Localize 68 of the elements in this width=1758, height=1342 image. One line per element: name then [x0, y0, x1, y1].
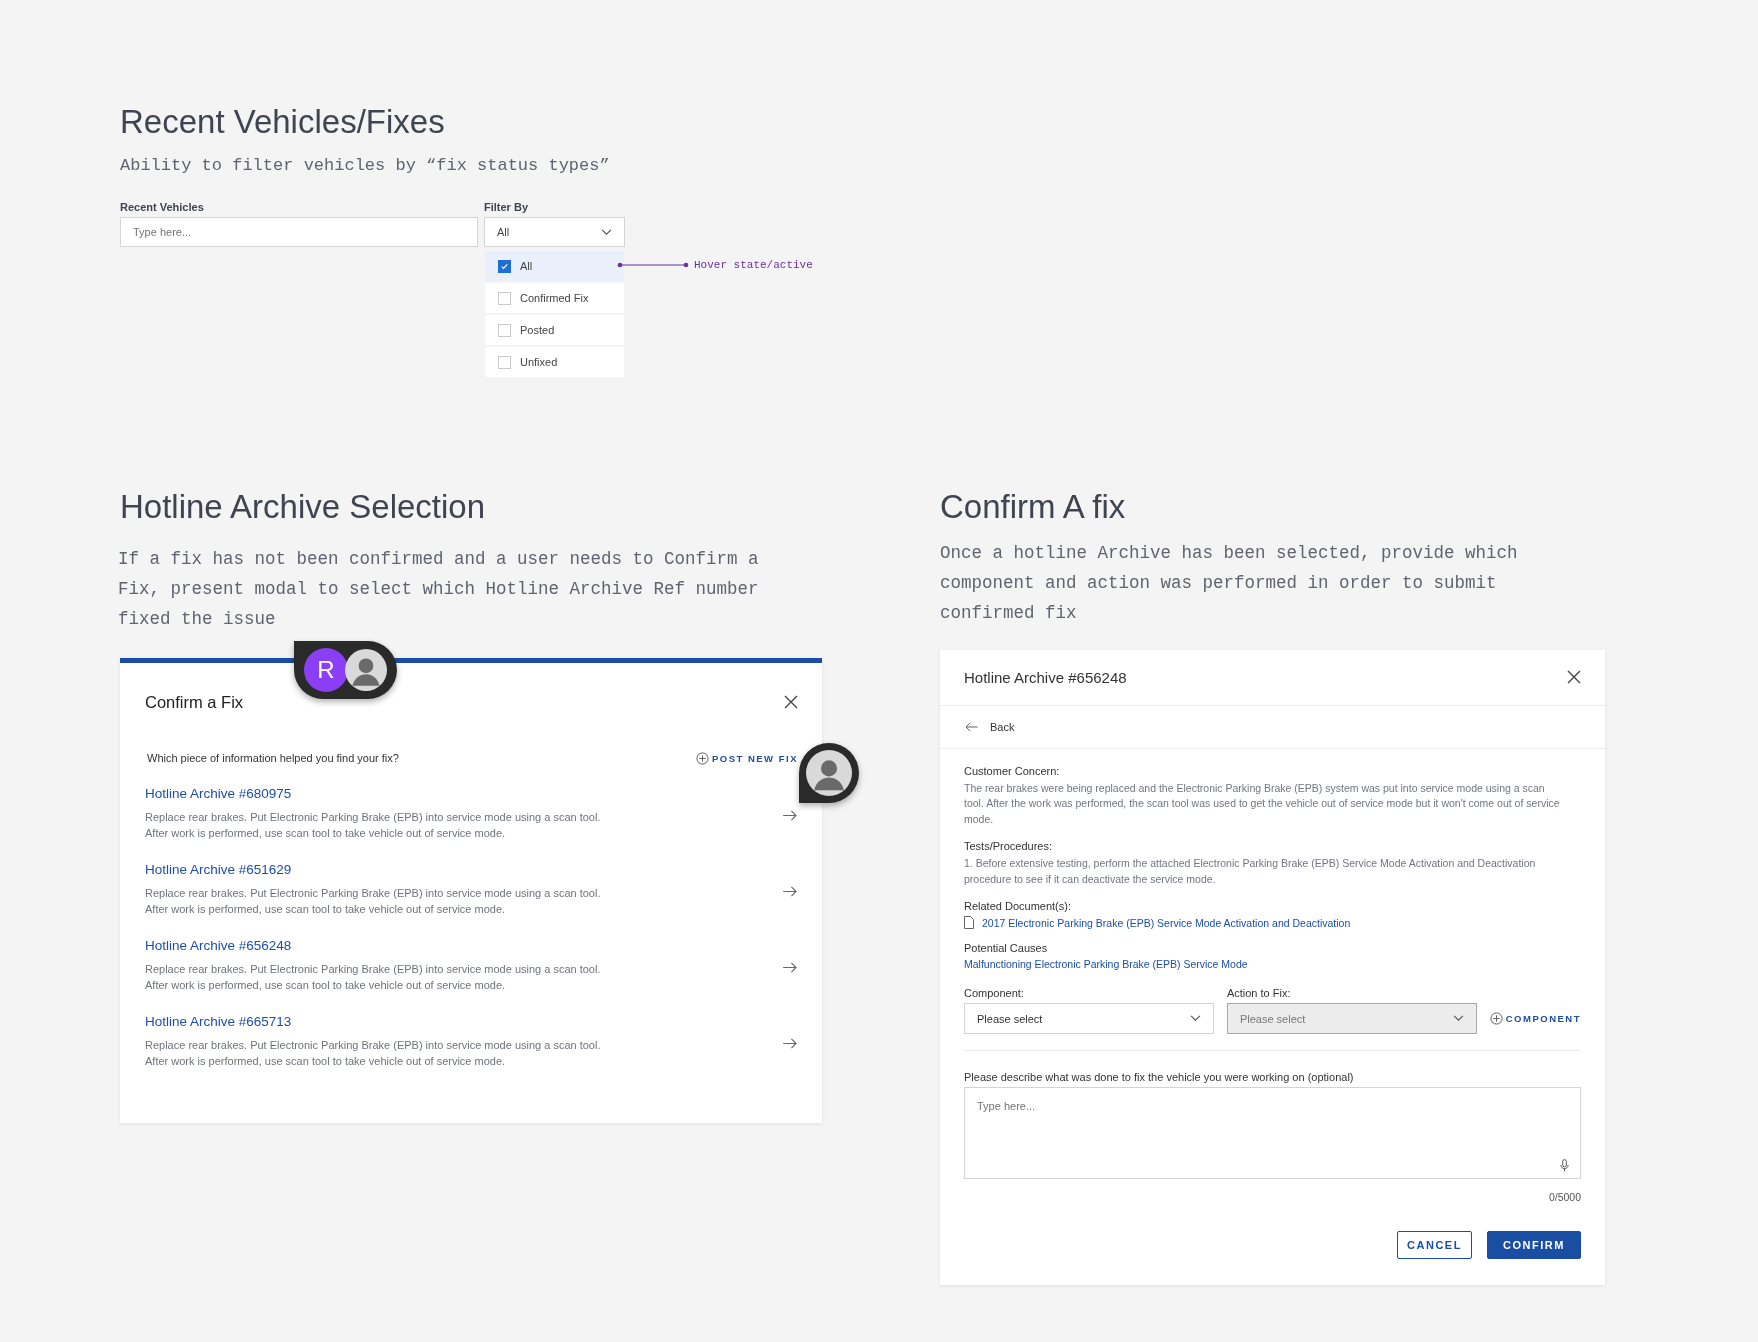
notes-field[interactable]: Type here...	[964, 1087, 1581, 1180]
close-icon[interactable]	[784, 695, 798, 710]
section-description: Ability to filter vehicles by “fix status types”	[120, 156, 611, 176]
section-title: Confirm A fix	[940, 489, 1127, 526]
field-label: Filter By	[484, 201, 529, 214]
checkbox[interactable]	[498, 291, 511, 305]
cancel-button[interactable]: CANCEL	[1397, 1231, 1472, 1260]
document-link[interactable]: 2017 Electronic Parking Brake (EPB) Service Mode Activation and Deactivation	[982, 916, 1351, 929]
add-component-button[interactable]: COMPONENT	[1489, 1003, 1581, 1035]
plus-circle-icon	[1489, 1012, 1503, 1026]
cause-link[interactable]: Malfunctioning Electronic Parking Brake (EPB) Service Mode	[964, 958, 1581, 971]
close-icon[interactable]	[1567, 670, 1581, 685]
field-label: Tests/Procedures:	[964, 840, 1054, 853]
character-counter: 0/5000	[1548, 1191, 1581, 1204]
archive-link[interactable]: Hotline Archive #651629	[145, 861, 601, 877]
document-icon	[964, 916, 974, 930]
archive-summary: Replace rear brakes. Put Electronic Parking Brake (EPB) into service mode using a scan tool. After work is performed, use scan tool to take vehicle out of service mode.	[145, 809, 601, 841]
checkbox[interactable]	[498, 355, 511, 369]
arrow-left-icon	[964, 721, 978, 732]
annotation-text: Hover state/active	[694, 259, 813, 272]
dropdown-option[interactable]: Posted	[485, 315, 624, 346]
select-dropdown[interactable]: Please select	[964, 1003, 1214, 1035]
modal-title: Hotline Archive #656248	[964, 668, 1127, 686]
section-title: Recent Vehicles/Fixes	[120, 104, 446, 141]
field-label: Related Document(s):	[964, 900, 1072, 913]
archive-link[interactable]: Hotline Archive #680975	[145, 785, 601, 801]
checkbox[interactable]	[498, 323, 511, 337]
dropdown-option[interactable]: All	[485, 251, 624, 282]
archive-summary: Replace rear brakes. Put Electronic Parking Brake (EPB) into service mode using a scan tool. After work is performed, use scan tool to take vehicle out of service mode.	[145, 1037, 601, 1069]
confirm-button[interactable]: CONFIRM	[1487, 1231, 1581, 1260]
field-text: 1. Before extensive testing, perform the attached Electronic Parking Brake (EPB) Service Mode Activation and Deactivation procedure to see if it can deactivate the service mode.	[964, 856, 1537, 887]
field-label: Component:	[964, 987, 1025, 1000]
field-text: The rear brakes were being replaced and the Electronic Parking Brake (EPB) system was put into service mode using a scan tool. After the work was performed, the scan tool was used to get the vehicle out of service mode but it won't come out of service mode.	[964, 780, 1561, 827]
avatar-icon	[345, 648, 387, 691]
prompt-text: Which piece of information helped you find your fix?	[147, 752, 399, 765]
chevron-down-icon	[1452, 1015, 1464, 1023]
section-description: Once a hotline Archive has been selected, provide which component and action was performed in order to submit confirmed fix	[940, 541, 1519, 625]
leader-line	[617, 262, 689, 269]
section-description: If a fix has not been confirmed and a user needs to Confirm a Fix, present modal to select which Hotline Archive Ref number fixed the issue	[118, 547, 760, 631]
arrow-right-icon[interactable]	[783, 1037, 798, 1049]
user-avatar: R	[304, 647, 348, 692]
arrow-right-icon[interactable]	[783, 961, 798, 973]
archive-link[interactable]: Hotline Archive #665713	[145, 1013, 601, 1029]
avatar-icon	[806, 749, 852, 796]
arrow-right-icon[interactable]	[783, 885, 798, 897]
dropdown-option[interactable]: Unfixed	[485, 347, 624, 378]
section-title: Hotline Archive Selection	[120, 489, 487, 526]
field-label: Customer Concern:	[964, 764, 1061, 777]
field-label: Potential Causes	[964, 942, 1049, 955]
chevron-down-icon	[601, 228, 612, 236]
archive-link[interactable]: Hotline Archive #656248	[145, 937, 601, 953]
plus-circle-icon	[695, 751, 709, 765]
microphone-icon[interactable]	[1560, 1159, 1569, 1173]
dropdown-option[interactable]: Confirmed Fix	[485, 283, 624, 314]
post-new-fix-button[interactable]: POST NEW FIX	[695, 751, 798, 765]
archive-summary: Replace rear brakes. Put Electronic Parking Brake (EPB) into service mode using a scan tool. After work is performed, use scan tool to take vehicle out of service mode.	[145, 961, 601, 993]
chevron-down-icon	[1189, 1015, 1201, 1023]
search-field[interactable]: Type here...	[120, 217, 478, 248]
field-label: Please describe what was done to fix the vehicle you were working on (optional)	[964, 1071, 1355, 1084]
modal-title: Confirm a Fix	[145, 692, 244, 712]
field-label: Action to Fix:	[1226, 987, 1292, 1000]
checkmark-icon	[500, 261, 509, 271]
field-label: Recent Vehicles	[120, 201, 205, 214]
archive-summary: Replace rear brakes. Put Electronic Parking Brake (EPB) into service mode using a scan tool. After work is performed, use scan tool to take vehicle out of service mode.	[145, 885, 601, 917]
arrow-right-icon[interactable]	[783, 809, 798, 821]
checkbox[interactable]	[498, 259, 511, 273]
back-button[interactable]: Back	[964, 720, 1015, 733]
filter-dropdown[interactable]: All	[484, 217, 625, 248]
